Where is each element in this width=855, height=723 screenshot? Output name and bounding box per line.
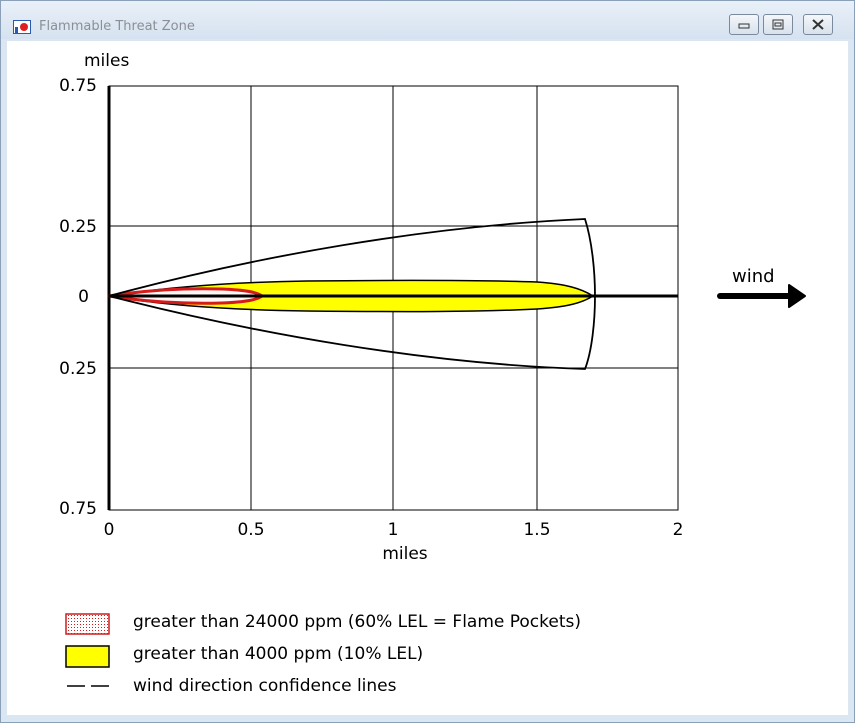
- y-tick-label: 0: [78, 287, 89, 307]
- minimize-button[interactable]: [729, 14, 759, 35]
- x-tick-label: 0.5: [237, 520, 264, 540]
- legend-label: greater than 24000 ppm (60% LEL = Flame …: [133, 612, 581, 632]
- x-axis-label: miles: [382, 544, 427, 564]
- y-tick-label: 0.75: [59, 76, 97, 96]
- close-icon: [812, 19, 824, 30]
- x-tick-label: 2: [673, 520, 684, 540]
- legend-swatch-flame-pockets: [65, 613, 110, 635]
- x-tick-label: 1.5: [523, 520, 550, 540]
- maximize-icon: [772, 19, 784, 30]
- y-tick-label: 0.25: [59, 359, 97, 379]
- threat-zone-plot: miles miles 0.75 0.25 0 0.25 0.75 0 0.5 …: [59, 51, 806, 696]
- window-title: Flammable Threat Zone: [39, 19, 195, 34]
- title-bar[interactable]: Flammable Threat Zone: [1, 1, 854, 39]
- legend: greater than 24000 ppm (60% LEL = Flame …: [65, 612, 581, 696]
- plot-area: miles miles 0.75 0.25 0 0.25 0.75 0 0.5 …: [7, 41, 848, 715]
- wind-arrow-icon: [717, 284, 806, 308]
- legend-label: greater than 4000 ppm (10% LEL): [133, 644, 423, 664]
- y-unit-label: miles: [84, 51, 129, 71]
- wind-label: wind: [732, 266, 775, 287]
- app-window: Flammable Threat Zone miles miles 0.75 0: [0, 0, 855, 723]
- minimize-icon: [738, 23, 750, 29]
- close-button[interactable]: [803, 14, 833, 35]
- y-tick-label: 0.25: [59, 217, 97, 237]
- app-chart-icon: [13, 20, 31, 34]
- x-tick-label: 1: [388, 520, 399, 540]
- y-tick-label: 0.75: [59, 499, 97, 519]
- legend-label: wind direction confidence lines: [133, 676, 397, 696]
- maximize-button[interactable]: [763, 14, 793, 35]
- legend-swatch-lel10: [65, 645, 110, 668]
- x-tick-label: 0: [104, 520, 115, 540]
